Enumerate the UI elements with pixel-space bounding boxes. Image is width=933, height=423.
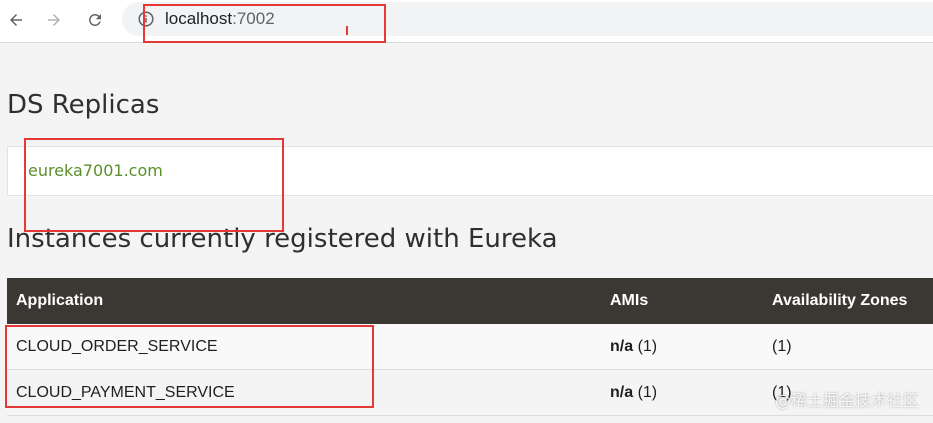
column-header-availability-zones: Availability Zones [763,278,933,324]
amis-cell: n/a (1) [601,369,763,416]
url-port: :7002 [232,9,275,28]
column-header-amis: AMIs [601,278,763,324]
back-button[interactable] [2,6,30,34]
ami-count: (1) [633,383,658,401]
application-cell: CLOUD_ORDER_SERVICE [7,324,601,370]
address-bar[interactable]: localhost:7002 [122,2,933,36]
ami-count: (1) [633,337,658,355]
zones-cell: (1) [763,324,933,370]
ami-value: n/a [610,383,634,401]
watermark: @稀土掘金技术社区 [774,391,919,410]
info-icon[interactable] [138,11,154,27]
table-row: CLOUD_ORDER_SERVICE n/a (1) (1) [7,324,933,370]
url-text[interactable]: localhost:7002 [165,8,275,30]
application-cell: CLOUD_PAYMENT_SERVICE [7,369,601,416]
instances-heading: Instances currently registered with Eure… [7,224,558,254]
arrow-left-icon [10,14,22,26]
amis-cell: n/a (1) [601,324,763,370]
table-header-row: Application AMIs Availability Zones [7,278,933,324]
reload-button[interactable] [81,6,109,34]
browser-window: localhost:7002 DS Replicas eureka7001.co… [0,0,933,423]
forward-button[interactable] [40,6,68,34]
replicas-heading: DS Replicas [7,90,160,120]
column-header-application: Application [7,278,601,324]
replica-panel: eureka7001.com [7,146,933,196]
annotation-mark [346,26,348,35]
ami-value: n/a [610,337,634,355]
browser-toolbar: localhost:7002 [0,0,933,43]
url-host: localhost [165,9,233,28]
reload-icon [89,14,101,26]
replica-link[interactable]: eureka7001.com [28,161,163,180]
arrow-right-icon [48,14,60,26]
